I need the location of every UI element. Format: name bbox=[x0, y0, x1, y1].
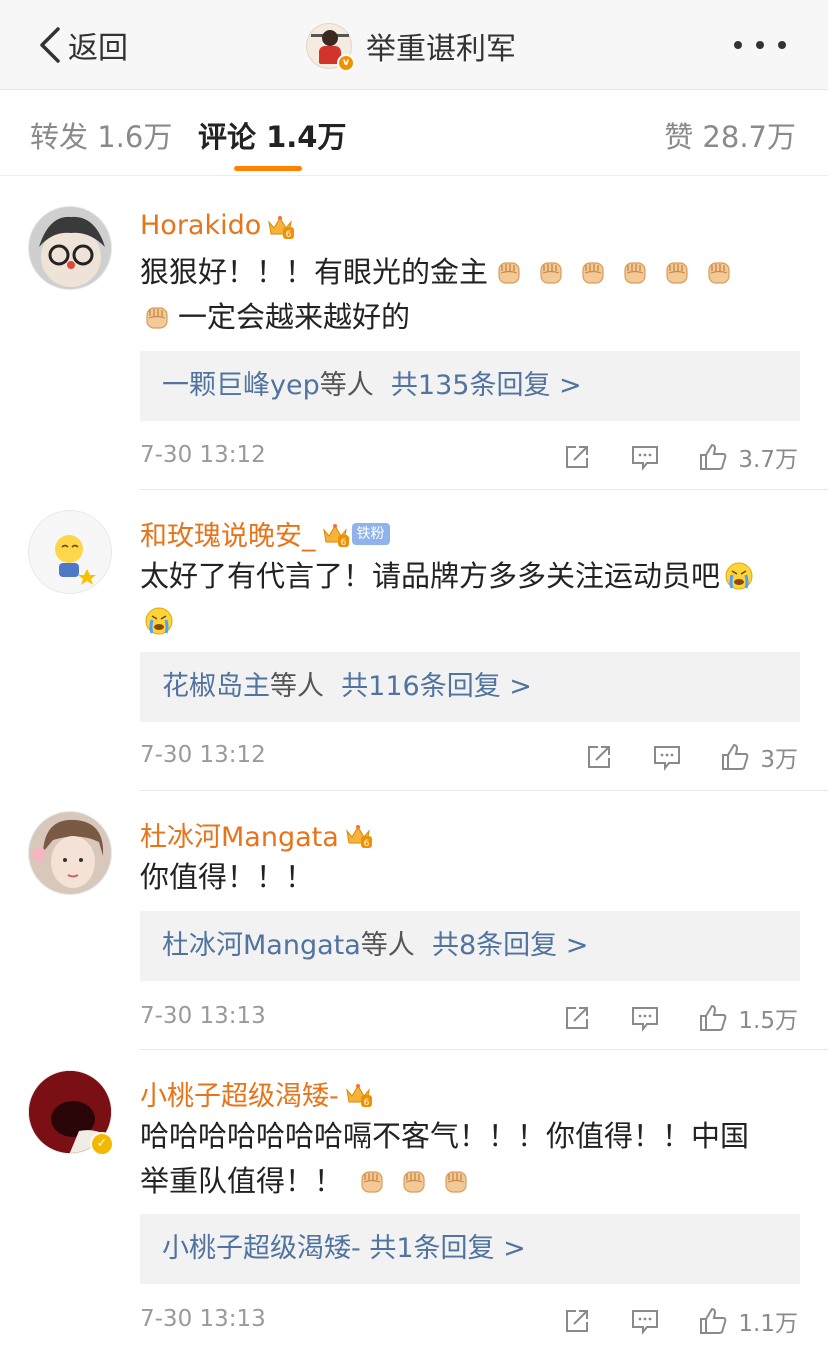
comment-text: 你值得！！！ bbox=[140, 860, 315, 894]
avatar-image bbox=[29, 207, 111, 289]
comment-time: 7-30 13:13 bbox=[140, 1003, 266, 1029]
comment-actions: 1.5万 bbox=[562, 1001, 798, 1035]
fist-emoji-icon bbox=[704, 257, 734, 287]
account-name[interactable]: 举重谌利军 bbox=[366, 24, 516, 68]
reply-summary[interactable]: 花椒岛主等人 共116条回复 > bbox=[140, 652, 800, 722]
reply-summary[interactable]: 小桃子超级渴矮- 共1条回复 > bbox=[140, 1214, 800, 1284]
account-avatar[interactable]: v bbox=[306, 23, 355, 72]
crying-emoji-icon bbox=[724, 561, 754, 591]
back-label: 返回 bbox=[68, 31, 128, 66]
tab-like[interactable]: 赞 28.7万 bbox=[664, 114, 796, 156]
fan-badge: 铁粉 bbox=[351, 522, 390, 545]
comment-icon[interactable] bbox=[652, 742, 682, 772]
divider bbox=[140, 1049, 828, 1050]
fist-emoji-icon bbox=[357, 1166, 387, 1196]
navbar: 返回 v 举重谌利军 bbox=[0, 0, 828, 90]
fist-emoji-icon bbox=[441, 1166, 471, 1196]
reply-summary[interactable]: 一颗巨峰yep等人 共135条回复 > bbox=[140, 351, 800, 421]
comment-icon[interactable] bbox=[630, 1003, 660, 1033]
crown-icon bbox=[265, 212, 295, 240]
comment-text: 狠狠好！！！有眼光的金主 一定会越来越好的 bbox=[140, 250, 800, 340]
avatar[interactable] bbox=[28, 811, 112, 895]
fist-emoji-icon bbox=[399, 1166, 429, 1196]
fist-emoji-icon bbox=[536, 257, 566, 287]
like-count[interactable]: 3万 bbox=[760, 740, 798, 774]
comment-username[interactable]: 和玫瑰说晚安_ 铁粉 bbox=[140, 514, 390, 553]
comment-text: 哈哈哈哈哈哈哈嗝不客气！！！你值得！！中国 举重队值得！！ bbox=[140, 1119, 750, 1198]
comment-time: 7-30 13:13 bbox=[140, 1306, 266, 1332]
chevron-left-icon bbox=[40, 27, 60, 63]
like-count[interactable]: 1.5万 bbox=[738, 1001, 798, 1035]
fist-emoji-icon bbox=[620, 257, 650, 287]
tab-repost[interactable]: 转发 1.6万 bbox=[30, 114, 172, 156]
thumbs-up-icon[interactable] bbox=[720, 742, 750, 772]
fist-emoji-icon bbox=[662, 257, 692, 287]
divider bbox=[140, 790, 828, 791]
share-icon[interactable] bbox=[562, 1306, 592, 1336]
share-icon[interactable] bbox=[562, 442, 592, 472]
crying-emoji-icon bbox=[144, 606, 174, 636]
crown-icon bbox=[320, 520, 350, 548]
thumbs-up-icon[interactable] bbox=[698, 442, 728, 472]
verified-badge-icon: v bbox=[337, 54, 355, 72]
thumbs-up-icon[interactable] bbox=[698, 1003, 728, 1033]
fist-emoji-icon bbox=[142, 302, 172, 332]
comment-actions: 1.1万 bbox=[562, 1304, 798, 1338]
comment-username[interactable]: 小桃子超级渴矮- bbox=[140, 1074, 373, 1113]
comment-text: 太好了有代言了！请品牌方多多关注运动员吧 bbox=[140, 554, 800, 644]
comment-icon[interactable] bbox=[630, 1306, 660, 1336]
comment-actions: 3.7万 bbox=[562, 440, 798, 474]
share-icon[interactable] bbox=[562, 1003, 592, 1033]
crown-icon bbox=[343, 821, 373, 849]
thumbs-up-icon[interactable] bbox=[698, 1306, 728, 1336]
verified-badge-icon: ✓ bbox=[90, 1132, 114, 1156]
share-icon[interactable] bbox=[584, 742, 614, 772]
comment-time: 7-30 13:12 bbox=[140, 742, 266, 768]
fist-emoji-icon bbox=[578, 257, 608, 287]
more-dots-icon[interactable] bbox=[734, 30, 786, 60]
reply-summary[interactable]: 杜冰河Mangata等人 共8条回复 > bbox=[140, 911, 800, 981]
avatar[interactable] bbox=[28, 510, 112, 594]
like-count[interactable]: 1.1万 bbox=[738, 1304, 798, 1338]
fist-emoji-icon bbox=[494, 257, 524, 287]
tab-bar: 转发 1.6万 评论 1.4万 赞 28.7万 bbox=[0, 90, 828, 176]
comment-icon[interactable] bbox=[630, 442, 660, 472]
divider bbox=[140, 489, 828, 490]
avatar[interactable] bbox=[28, 206, 112, 290]
avatar-image bbox=[29, 812, 111, 894]
comment-username[interactable]: 杜冰河Mangata bbox=[140, 815, 373, 854]
back-button[interactable]: 返回 bbox=[36, 22, 128, 68]
avatar-image bbox=[29, 511, 111, 593]
active-tab-indicator bbox=[234, 166, 302, 171]
like-count[interactable]: 3.7万 bbox=[738, 440, 798, 474]
crown-icon bbox=[343, 1080, 373, 1108]
account-header[interactable]: v 举重谌利军 bbox=[306, 18, 516, 74]
comment-actions: 3万 bbox=[584, 740, 798, 774]
comment-time: 7-30 13:12 bbox=[140, 442, 266, 468]
comment-username[interactable]: Horakido bbox=[140, 210, 295, 241]
